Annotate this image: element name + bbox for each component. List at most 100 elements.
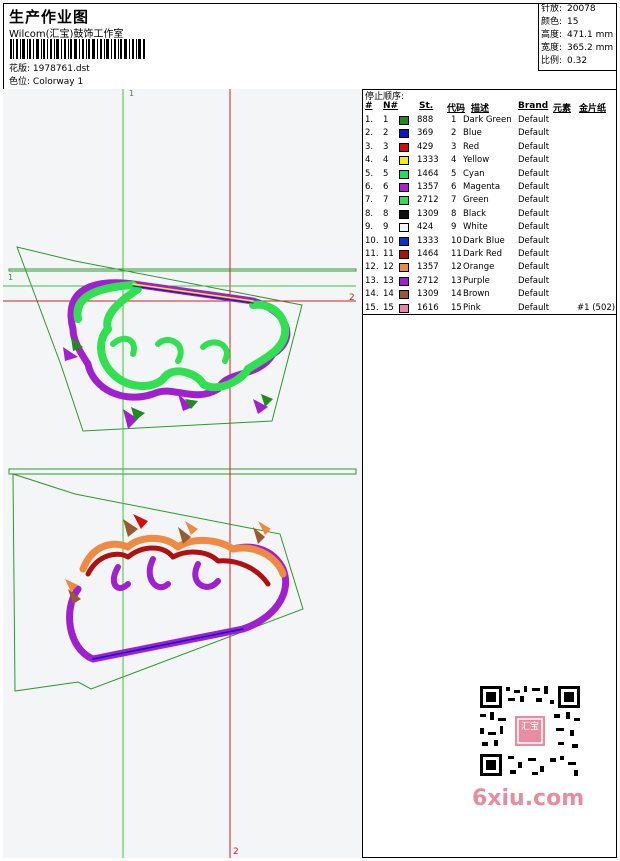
color-swatch [399,303,409,313]
stats-panel: 针放: 20078 颜色: 15 高度: 471.1 mm 宽度: 365.2 mm 比… [538,3,617,71]
row-stitches: 1309 [417,208,439,219]
row-code: 4 [451,155,457,166]
row-brand: Default [518,182,550,192]
table-row: 1. 1 888 1 Dark Green Default [363,114,617,127]
row-code: 2 [451,128,457,139]
row-needle: 8 [383,208,389,219]
row-num: 7. [365,195,374,206]
row-desc: Cyan [463,168,485,179]
file-line: 花版: 1978761.dst [9,61,90,74]
row-desc: Green [463,195,489,206]
col-elem: 元素 [553,104,572,114]
table-row: 12. 12 1357 12 Orange Default [363,261,617,274]
row-num: 13. [365,275,379,286]
color-swatch [399,116,409,125]
row-brand: Default [518,222,550,233]
color-swatch [399,236,409,246]
row-needle: 12 [383,262,394,273]
row-stitches: 1357 [417,262,439,273]
row-stitches: 429 [417,141,434,152]
col-num: # [365,101,373,111]
row-num: 1. [365,115,374,125]
row-num: 3. [365,141,374,152]
table-row: 5. 5 1464 5 Cyan Default [363,168,617,181]
row-code: 3 [451,141,457,152]
table-row: 15. 15 1616 15 Pink Default #1 (502) [363,302,617,315]
row-num: 8. [365,208,374,219]
color-swatch [399,156,409,166]
row-desc: Dark Red [463,249,503,259]
row-needle: 10 [383,235,394,246]
row-needle: 1 [383,115,389,125]
watermark-text: 6xiu.com [472,786,585,811]
company-name: Wilcom(汇宝)鼓饰工作室 [9,29,124,40]
table-row: 14. 14 1309 14 Brown Default [363,288,617,301]
row-num: 10. [365,235,379,246]
row-desc: Purple [463,275,490,286]
row-code: 15 [451,302,462,313]
row-brand: Default [518,155,550,166]
color-swatch [399,129,409,139]
row-needle: 5 [383,168,389,179]
row-needle: 7 [383,195,389,206]
color-swatch [399,263,409,273]
row-stitches: 1309 [417,289,439,300]
row-brand: Default [518,302,550,313]
color-swatch [399,169,409,179]
row-num: 12. [365,262,379,273]
row-desc: White [463,222,488,233]
col-n: N# [383,101,399,111]
row-brand: Default [518,275,550,286]
row-brand: Default [518,195,550,206]
row-brand: Default [518,208,550,219]
color-swatch [399,196,409,206]
table-row: 8. 8 1309 8 Black Default [363,208,617,221]
row-stitches: 369 [417,128,434,139]
row-desc: Pink [463,302,481,313]
hoop-frame-upper [8,268,357,272]
row-stitches: 2712 [417,275,439,286]
row-desc: Yellow [463,155,490,166]
header-panel: 生产作业图 Wilcom(汇宝)鼓饰工作室 花版: 1978761.dst 色位… [3,3,617,90]
row-desc: Dark Blue [463,235,505,246]
row-code: 14 [451,289,462,300]
row-brand: Default [518,289,550,300]
row-num: 9. [365,222,374,233]
row-elements: #1 (502) [577,302,616,313]
table-row: 3. 3 429 3 Red Default [363,141,617,154]
row-brand: Default [518,141,550,152]
table-row: 7. 7 2712 7 Green Default [363,194,617,207]
row-desc: Dark Green [463,115,512,125]
row-needle: 3 [383,141,389,152]
col-code: 代码 [447,104,466,114]
row-stitches: 1333 [417,235,439,246]
row-stitches: 1464 [417,168,439,179]
embroidery-drawing [3,89,357,858]
table-row: 13. 13 2712 13 Purple Default [363,275,617,288]
color-swatch [399,276,409,286]
row-stitches: 888 [417,115,434,125]
colorway-line: 色位: Colorway 1 [9,74,83,87]
color-swatch [399,250,409,259]
row-num: 4. [365,155,374,166]
col-brand: Brand [518,101,549,111]
row-stitches: 1333 [417,155,439,166]
row-code: 1 [451,115,457,125]
row-brand: Default [518,115,550,125]
row-num: 11. [365,249,379,259]
color-sequence-table: 停止顺序: # N# St. 代码 描述 Brand 元素 金片纸 1. 1 888… [363,89,617,315]
row-desc: Black [463,208,486,219]
row-needle: 13 [383,275,394,286]
stat-height: 高度: 471.1 mm [541,30,614,40]
row-code: 9 [451,222,457,233]
table-row: 6. 6 1357 6 Magenta Default [363,181,617,194]
row-num: 15. [365,302,379,313]
stat-stitches: 针放: 20078 [541,4,596,14]
color-swatch [399,183,409,192]
colorway-label: 色位: [9,77,31,87]
design-preview: 1 1 2 2 [3,89,363,858]
row-desc: Brown [463,289,490,300]
row-stitches: 1616 [417,302,439,313]
qr-stamp-text: 汇宝 [520,722,539,732]
row-num: 2. [365,128,374,139]
